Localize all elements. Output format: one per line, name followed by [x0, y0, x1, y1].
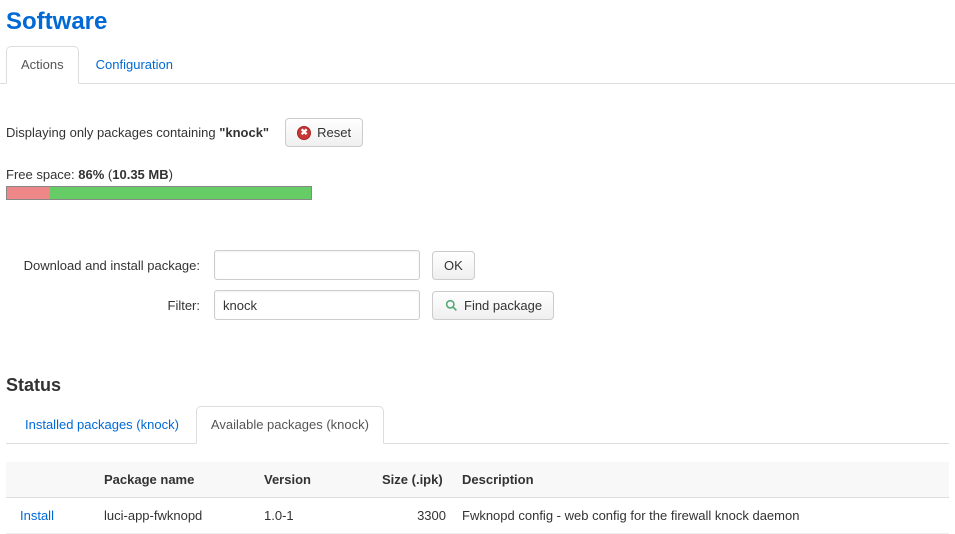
- table-row: Install luci-app-fwknopd1.0-13300Fwknopd …: [6, 498, 949, 534]
- install-label: Download and install package:: [6, 258, 206, 273]
- freespace-used-segment: [7, 187, 50, 199]
- tab-available-packages[interactable]: Available packages (knock): [196, 406, 384, 444]
- freespace-bar: [6, 186, 312, 200]
- package-version: 1.0-1: [256, 498, 374, 534]
- filter-notice: Displaying only packages containing "kno…: [6, 88, 949, 147]
- install-input[interactable]: [214, 250, 420, 280]
- ok-button[interactable]: OK: [432, 251, 475, 280]
- top-tabs: Actions Configuration: [0, 46, 955, 84]
- freespace-text: Free space: 86% (10.35 MB): [6, 167, 949, 182]
- reset-label: Reset: [317, 125, 351, 140]
- install-link[interactable]: Install: [20, 508, 54, 523]
- freespace-size: 10.35 MB: [112, 167, 168, 182]
- col-description-header: Description: [454, 462, 949, 498]
- filter-label: Filter:: [6, 298, 206, 313]
- reset-button[interactable]: ✖ Reset: [285, 118, 363, 147]
- status-tabs: Installed packages (knock) Available pac…: [6, 406, 949, 444]
- freespace-prefix: Free space:: [6, 167, 78, 182]
- package-description: Fwknopd config - web config for the fire…: [454, 498, 949, 534]
- tab-installed-packages[interactable]: Installed packages (knock): [10, 406, 194, 443]
- freespace-free-segment: [50, 187, 311, 199]
- package-name: luci-app-fwknopd: [96, 498, 256, 534]
- col-version-header: Version: [256, 462, 374, 498]
- col-name-header: Package name: [96, 462, 256, 498]
- filter-term: "knock": [219, 125, 269, 140]
- package-size: 3300: [374, 498, 454, 534]
- search-icon: [444, 298, 458, 312]
- status-heading: Status: [6, 375, 949, 396]
- col-action-header: [6, 462, 96, 498]
- find-package-label: Find package: [464, 298, 542, 313]
- col-size-header: Size (.ipk): [374, 462, 454, 498]
- tab-actions[interactable]: Actions: [6, 46, 79, 84]
- find-package-button[interactable]: Find package: [432, 291, 554, 320]
- page-title: Software: [0, 0, 955, 46]
- filter-input[interactable]: [214, 290, 420, 320]
- reset-icon: ✖: [297, 126, 311, 140]
- filter-notice-text: Displaying only packages containing: [6, 125, 219, 140]
- tab-configuration[interactable]: Configuration: [81, 46, 188, 83]
- freespace-pct: 86%: [78, 167, 104, 182]
- packages-table: Package name Version Size (.ipk) Descrip…: [6, 462, 949, 534]
